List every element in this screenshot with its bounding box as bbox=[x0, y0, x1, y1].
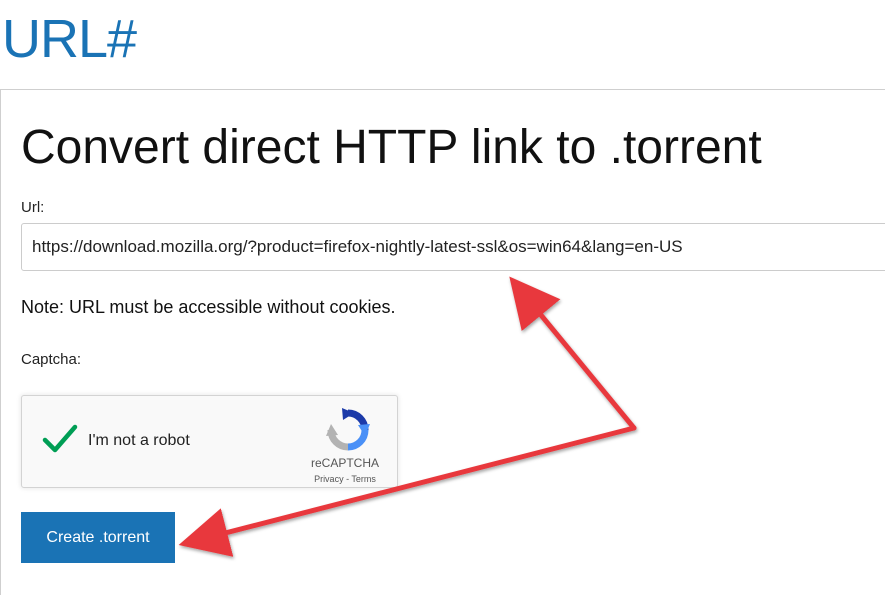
create-torrent-button[interactable]: Create .torrent bbox=[21, 512, 175, 563]
privacy-link[interactable]: Privacy bbox=[314, 474, 344, 484]
terms-link[interactable]: Terms bbox=[351, 474, 376, 484]
url-label: Url: bbox=[21, 199, 45, 216]
recaptcha-brand: reCAPTCHA bbox=[310, 456, 379, 470]
recaptcha-label[interactable]: I'm not a robot bbox=[88, 432, 190, 450]
site-logo[interactable]: URL# bbox=[2, 8, 137, 70]
url-input[interactable] bbox=[21, 223, 885, 271]
recaptcha-links: Privacy - Terms bbox=[300, 474, 390, 484]
captcha-label: Captcha: bbox=[21, 351, 82, 368]
recaptcha-widget: I'm not a robot reCAPTCHA Privacy - Term… bbox=[21, 395, 398, 488]
checkmark-icon[interactable] bbox=[42, 422, 78, 456]
page: URL# Convert direct HTTP link to .torren… bbox=[0, 0, 885, 595]
page-title: Convert direct HTTP link to .torrent bbox=[21, 121, 762, 174]
recaptcha-logo-icon bbox=[326, 408, 370, 451]
url-note: Note: URL must be accessible without coo… bbox=[21, 297, 396, 317]
